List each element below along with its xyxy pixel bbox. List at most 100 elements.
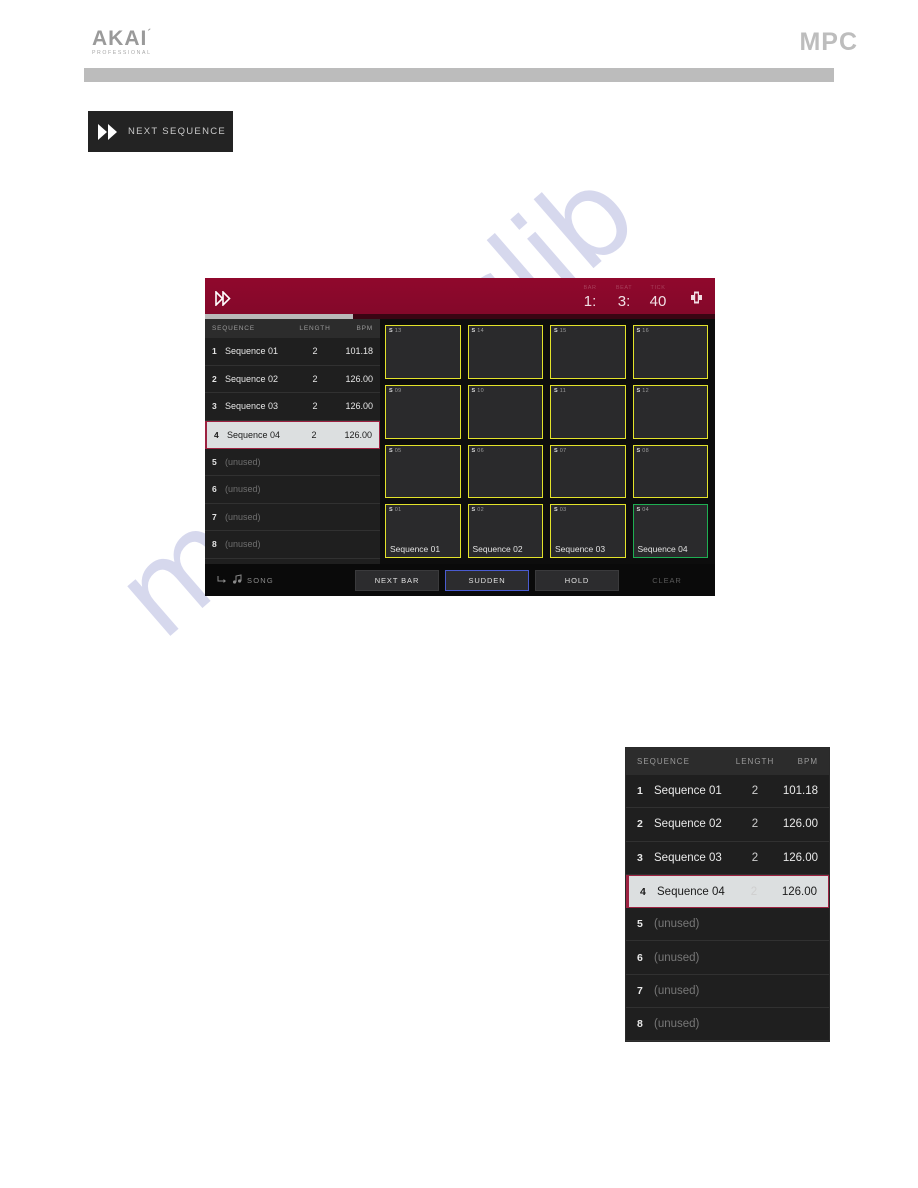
pad-id-label: S 10 (471, 387, 485, 394)
detail-row-sequence-name: (unused) (654, 1018, 700, 1031)
column-header-length: LENGTH (299, 325, 331, 332)
detail-table-row[interactable]: 7 (unused) (626, 975, 829, 1009)
song-label: SONG (247, 575, 274, 585)
row-sequence-name: Sequence 03 (225, 401, 279, 412)
arrow-turn-right-icon (217, 571, 227, 589)
detail-row-number: 5 (637, 918, 643, 931)
table-row[interactable]: 1 Sequence 01 2 101.18 (205, 338, 380, 366)
pad-05[interactable]: S 05 (385, 444, 461, 499)
pad-id-label: S 05 (389, 447, 402, 454)
mpc-device-screen: BAR 1: BEAT 3: TICK 40 SEQUENCE LENGTH B… (205, 278, 715, 596)
detail-table-row[interactable]: 8 (unused) (626, 1008, 829, 1042)
row-number: 7 (212, 511, 217, 522)
transport-beat-value: 3: (617, 293, 631, 310)
pad-id-label: S 06 (471, 447, 485, 454)
row-number: 1 (212, 346, 217, 357)
music-note-icon (232, 571, 242, 589)
metronome-icon[interactable] (691, 291, 702, 304)
row-number: 4 (214, 429, 219, 440)
detail-row-number: 1 (637, 785, 643, 798)
pad-id-label: S 09 (389, 387, 402, 394)
pad-09[interactable]: S 09 (385, 384, 461, 439)
table-row[interactable]: 7 (unused) (205, 504, 380, 531)
detail-row-sequence-name: Sequence 03 (654, 851, 722, 864)
pad-name-label: Sequence 04 (637, 544, 688, 554)
song-mode-chip[interactable]: SONG (211, 571, 343, 589)
footer-button-sudden[interactable]: SUDDEN (445, 569, 529, 591)
detail-row-sequence-name: Sequence 01 (654, 785, 722, 798)
pad-name-label: Sequence 01 (390, 544, 441, 554)
pad-01[interactable]: S 01 Sequence 01 (385, 504, 461, 558)
detail-table-row[interactable]: 2 Sequence 02 2 126.00 (626, 808, 829, 842)
detail-row-sequence-name: Sequence 02 (654, 818, 722, 831)
transport-beat: BEAT 3: (607, 284, 641, 311)
screen-footer-toolbar: SONG NEXT BAR SUDDEN HOLD CLEAR (205, 564, 715, 596)
pad-14[interactable]: S 14 (467, 325, 543, 379)
detail-column-header-length: LENGTH (735, 757, 775, 766)
transport-bar: BAR 1: (573, 284, 607, 311)
pad-15[interactable]: S 15 (550, 325, 626, 379)
transport-bar-value: 1: (583, 293, 597, 310)
detail-row-number: 7 (637, 984, 643, 997)
pad-id-label: S 08 (636, 447, 650, 454)
pad-10[interactable]: S 10 (467, 384, 543, 439)
detail-row-bpm: 101.18 (782, 785, 818, 798)
row-sequence-name: (unused) (225, 456, 261, 467)
screen-sequence-list[interactable]: SEQUENCE LENGTH BPM 1 Sequence 01 2 101.18 2… (205, 319, 380, 564)
detail-row-bpm: 126.00 (782, 818, 818, 831)
detail-row-length: 2 (751, 818, 759, 831)
detail-row-bpm: 126.00 (782, 851, 818, 864)
pad-02[interactable]: S 02 Sequence 02 (467, 504, 543, 558)
detail-column-header-sequence: SEQUENCE (637, 757, 690, 766)
row-length: 2 (312, 401, 318, 412)
table-row[interactable]: 3 Sequence 03 2 126.00 (205, 393, 380, 421)
pad-id-label: S 02 (471, 507, 485, 514)
detail-table-row[interactable]: 1 Sequence 01 2 101.18 (626, 775, 829, 809)
detail-table-row[interactable]: 6 (unused) (626, 941, 829, 975)
row-length: 2 (311, 429, 317, 440)
detail-row-length: 2 (750, 885, 758, 898)
pad-03[interactable]: S 03 Sequence 03 (550, 504, 626, 558)
transport-position[interactable]: BAR 1: BEAT 3: TICK 40 (573, 284, 675, 311)
row-number: 6 (212, 484, 217, 495)
footer-button-hold[interactable]: HOLD (535, 569, 619, 591)
pad-grid[interactable]: S 13 S 14 S 15 S 16 S 09 S 10 S 11 S 12 S 05 S 06… (380, 319, 715, 564)
pad-id-label: S 03 (554, 507, 567, 514)
next-sequence-button[interactable]: NEXT SEQUENCE (88, 111, 233, 152)
detail-table-row[interactable]: 3 Sequence 03 2 126.00 (626, 842, 829, 875)
detail-row-number: 2 (637, 818, 643, 831)
pad-13[interactable]: S 13 (385, 325, 461, 379)
detail-row-number: 6 (637, 951, 643, 964)
row-number: 2 (212, 373, 217, 384)
table-row[interactable]: 6 (unused) (205, 476, 380, 504)
table-row[interactable]: 5 (unused) (205, 449, 380, 476)
playhead-progress-track[interactable] (205, 314, 715, 319)
table-row[interactable]: 4 Sequence 04 2 126.00 (205, 420, 380, 449)
detail-row-bpm: 126.00 (781, 885, 817, 898)
screen-sequence-rows: 1 Sequence 01 2 101.18 2 Sequence 02 2 126.00 3 S… (205, 338, 380, 559)
column-header-bpm: BPM (356, 325, 373, 332)
akai-tagline: PROFESSIONAL (92, 50, 152, 56)
footer-button-next-bar[interactable]: NEXT BAR (355, 569, 439, 591)
detail-row-sequence-name: (unused) (654, 951, 700, 964)
row-sequence-name: (unused) (225, 484, 261, 495)
pad-16[interactable]: S 16 (632, 325, 708, 379)
pad-12[interactable]: S 12 (632, 384, 708, 439)
table-row[interactable]: 8 (unused) (205, 531, 380, 559)
transport-bar-label: BAR (583, 285, 597, 291)
detail-table-row[interactable]: 5 (unused) (626, 908, 829, 942)
pad-name-label: Sequence 03 (555, 544, 606, 554)
footer-button-clear: CLEAR (652, 575, 682, 585)
table-row[interactable]: 2 Sequence 02 2 126.00 (205, 366, 380, 393)
document-page: manualslib AKAI´ PROFESSIONAL MPC NEXT S… (0, 0, 918, 1188)
sequence-detail-panel[interactable]: SEQUENCE LENGTH BPM 1 Sequence 01 2 101.18 2… (625, 747, 830, 1043)
row-sequence-name: Sequence 04 (227, 429, 281, 440)
pad-06[interactable]: S 06 (467, 444, 543, 499)
pad-04[interactable]: S 04 Sequence 04 (632, 504, 708, 558)
pad-07[interactable]: S 07 (550, 444, 626, 499)
double-chevron-right-icon[interactable] (215, 291, 232, 306)
detail-table-row[interactable]: 4 Sequence 04 2 126.00 (626, 874, 829, 909)
transport-tick-value: 40 (649, 293, 667, 310)
pad-11[interactable]: S 11 (550, 384, 626, 439)
pad-08[interactable]: S 08 (632, 444, 708, 499)
